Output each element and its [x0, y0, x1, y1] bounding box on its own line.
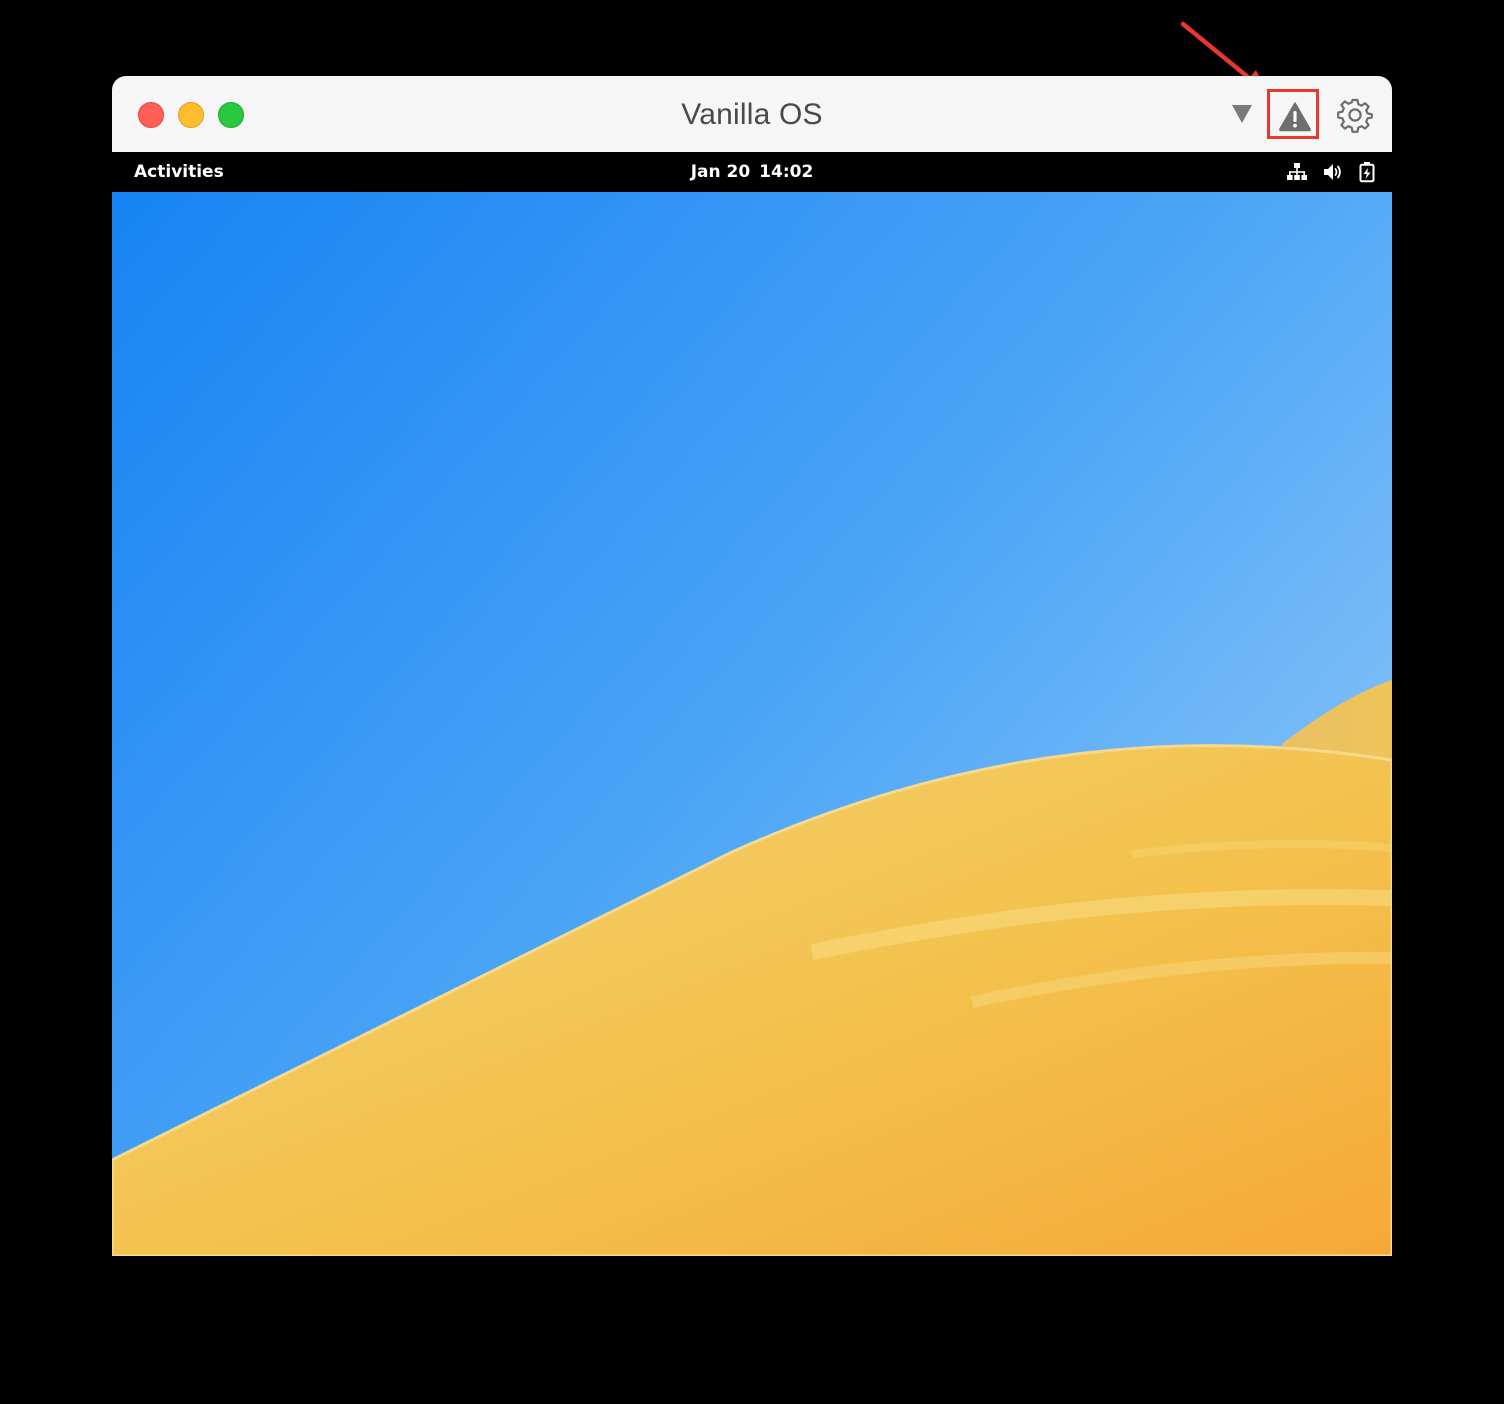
clock-date[interactable]: Jan 20 [691, 162, 750, 182]
gnome-top-bar: Activities Jan 20 14:02 [112, 152, 1392, 192]
warning-button[interactable] [1267, 90, 1323, 142]
activities-button[interactable]: Activities [134, 152, 224, 192]
warning-icon [1279, 102, 1311, 132]
screenshot-stage: Vanilla OS Activities Jan 20 14:02 [0, 0, 1504, 1404]
triangle-down-icon [1232, 105, 1252, 123]
title-bar: Vanilla OS [112, 76, 1392, 153]
system-tray[interactable] [1286, 152, 1376, 192]
clock: Jan 20 14:02 [112, 152, 1392, 192]
wallpaper-art [112, 192, 1392, 1256]
gear-icon [1337, 98, 1373, 133]
settings-button[interactable] [1336, 96, 1374, 134]
vm-window: Vanilla OS Activities Jan 20 14:02 [112, 76, 1392, 1256]
network-wired-icon [1286, 162, 1308, 182]
desktop-wallpaper[interactable] [112, 192, 1392, 1256]
dropdown-button[interactable] [1224, 98, 1260, 130]
clock-time[interactable]: 14:02 [759, 162, 813, 182]
battery-charging-icon [1358, 161, 1376, 183]
window-title: Vanilla OS [681, 98, 823, 131]
volume-icon [1322, 162, 1344, 182]
